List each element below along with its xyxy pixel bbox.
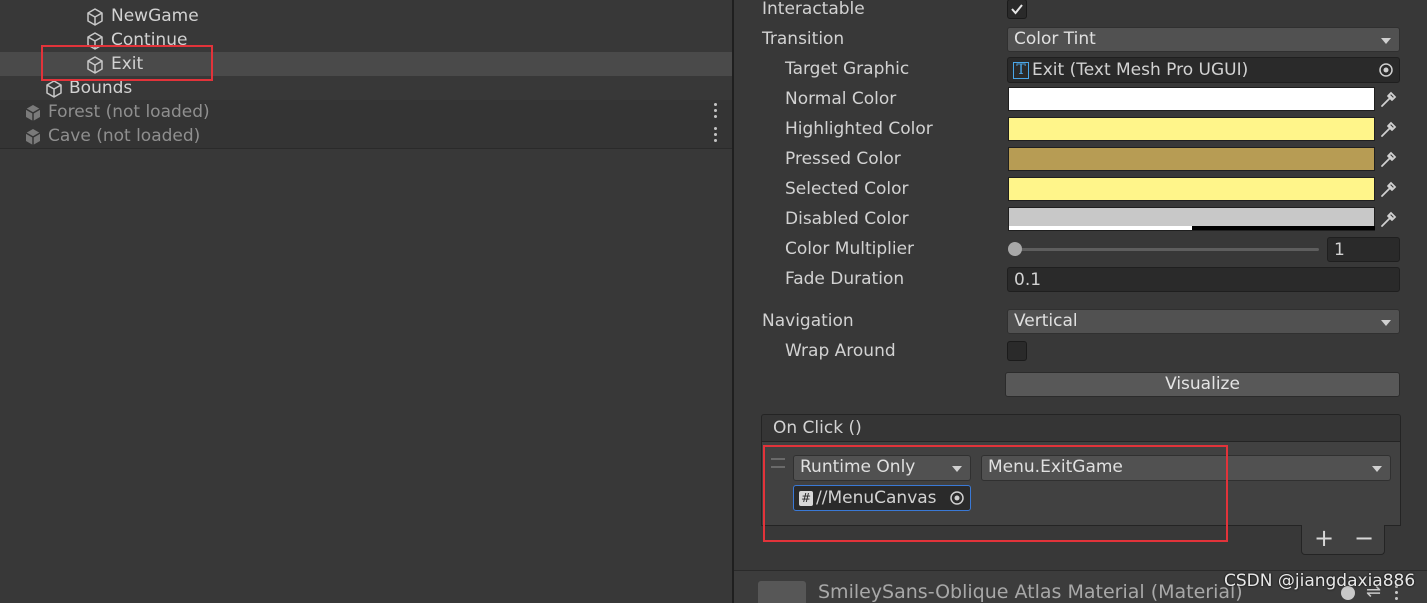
material-preview-icon	[758, 581, 806, 603]
hierarchy-scene-forest[interactable]: Forest (not loaded)	[0, 100, 732, 125]
color-multiplier-input[interactable]: 1	[1327, 237, 1400, 262]
interactable-label: Interactable	[762, 0, 865, 19]
visualize-button[interactable]: Visualize	[1005, 372, 1400, 397]
wrap-around-label: Wrap Around	[785, 341, 896, 361]
selected-color-swatch[interactable]	[1008, 177, 1375, 201]
kebab-menu-icon[interactable]	[714, 103, 718, 121]
object-picker-icon[interactable]	[1378, 62, 1394, 78]
object-picker-icon[interactable]	[949, 490, 965, 506]
hierarchy-scene-cave[interactable]: Cave (not loaded)	[0, 124, 732, 149]
scene-label: Cave (not loaded)	[48, 126, 201, 146]
watermark: CSDN @jiangdaxia886	[1224, 571, 1416, 591]
fade-duration-value: 0.1	[1014, 270, 1042, 290]
eyedropper-icon[interactable]	[1377, 177, 1401, 201]
target-graphic-field[interactable]: T Exit (Text Mesh Pro UGUI)	[1007, 57, 1400, 83]
gameobject-cube-icon	[46, 80, 62, 98]
fade-duration-input[interactable]: 0.1	[1007, 267, 1400, 292]
highlighted-color-label: Highlighted Color	[785, 119, 933, 139]
fade-duration-label: Fade Duration	[785, 269, 905, 289]
object-field[interactable]: # //MenuCanvas	[793, 485, 971, 511]
material-label: SmileySans-Oblique Atlas Material (Mater…	[818, 581, 1243, 603]
alpha-bar-black	[1192, 226, 1375, 230]
hierarchy-item-exit[interactable]: Exit	[0, 52, 732, 76]
transition-value: Color Tint	[1014, 29, 1096, 49]
function-value: Menu.ExitGame	[988, 457, 1123, 477]
normal-color-label: Normal Color	[785, 89, 897, 109]
navigation-value: Vertical	[1014, 311, 1078, 331]
drag-handle-icon[interactable]	[771, 458, 785, 468]
navigation-dropdown[interactable]: Vertical	[1007, 309, 1400, 334]
color-multiplier-label: Color Multiplier	[785, 239, 915, 259]
add-event-button[interactable]: +	[1314, 524, 1334, 552]
onclick-header-label: On Click ()	[773, 418, 862, 438]
hierarchy-item-label: Continue	[111, 30, 188, 50]
transition-dropdown[interactable]: Color Tint	[1007, 27, 1400, 52]
eyedropper-icon[interactable]	[1377, 117, 1401, 141]
scene-label: Forest (not loaded)	[48, 102, 210, 122]
hierarchy-panel: NewGame Continue Exit Bounds Forest (not…	[0, 0, 732, 603]
hierarchy-item-label: Bounds	[69, 78, 133, 98]
eyedropper-icon[interactable]	[1377, 207, 1401, 231]
hierarchy-item-label: Exit	[111, 54, 144, 74]
runtime-value: Runtime Only	[800, 457, 916, 477]
alpha-bar-white	[1009, 226, 1192, 230]
gameobject-cube-icon	[87, 32, 103, 50]
target-graphic-label: Target Graphic	[785, 59, 910, 79]
scene-icon	[25, 129, 41, 145]
normal-color-swatch[interactable]	[1008, 87, 1375, 111]
hierarchy-item-label: NewGame	[111, 6, 199, 26]
dropdown-caret-icon	[1381, 38, 1391, 44]
transition-label: Transition	[762, 29, 845, 49]
hierarchy-item-continue[interactable]: Continue	[0, 28, 732, 52]
script-icon: #	[799, 491, 813, 506]
disabled-color-label: Disabled Color	[785, 209, 909, 229]
target-graphic-value: Exit (Text Mesh Pro UGUI)	[1032, 60, 1249, 80]
object-value: //MenuCanvas	[816, 488, 937, 508]
remove-event-button[interactable]: −	[1354, 524, 1374, 552]
scene-icon	[25, 105, 41, 121]
interactable-checkbox[interactable]	[1007, 0, 1027, 19]
pressed-color-label: Pressed Color	[785, 149, 901, 169]
hierarchy-item-bounds[interactable]: Bounds	[0, 76, 732, 100]
wrap-around-checkbox[interactable]	[1007, 341, 1027, 361]
dropdown-caret-icon	[1381, 320, 1391, 326]
disabled-color-swatch[interactable]	[1008, 207, 1375, 231]
eyedropper-icon[interactable]	[1377, 147, 1401, 171]
color-multiplier-slider-handle[interactable]	[1008, 242, 1022, 256]
pressed-color-swatch[interactable]	[1008, 147, 1375, 171]
navigation-label: Navigation	[762, 311, 854, 331]
highlighted-color-swatch[interactable]	[1008, 117, 1375, 141]
color-multiplier-slider-track[interactable]	[1015, 248, 1319, 251]
function-dropdown[interactable]: Menu.ExitGame	[981, 455, 1391, 481]
color-multiplier-value: 1	[1334, 240, 1345, 260]
dropdown-caret-icon	[952, 466, 962, 472]
gameobject-cube-icon	[87, 8, 103, 26]
runtime-dropdown[interactable]: Runtime Only	[793, 455, 971, 481]
onclick-header: On Click ()	[761, 414, 1401, 442]
kebab-menu-icon[interactable]	[714, 127, 718, 145]
selected-color-label: Selected Color	[785, 179, 909, 199]
checkmark-icon	[1011, 4, 1023, 15]
eyedropper-icon[interactable]	[1377, 87, 1401, 111]
onclick-footer: + −	[1301, 524, 1385, 555]
dropdown-caret-icon	[1372, 466, 1382, 472]
gameobject-cube-icon	[87, 56, 103, 74]
hierarchy-item-newgame[interactable]: NewGame	[0, 4, 732, 28]
textmeshpro-icon: T	[1013, 62, 1029, 79]
